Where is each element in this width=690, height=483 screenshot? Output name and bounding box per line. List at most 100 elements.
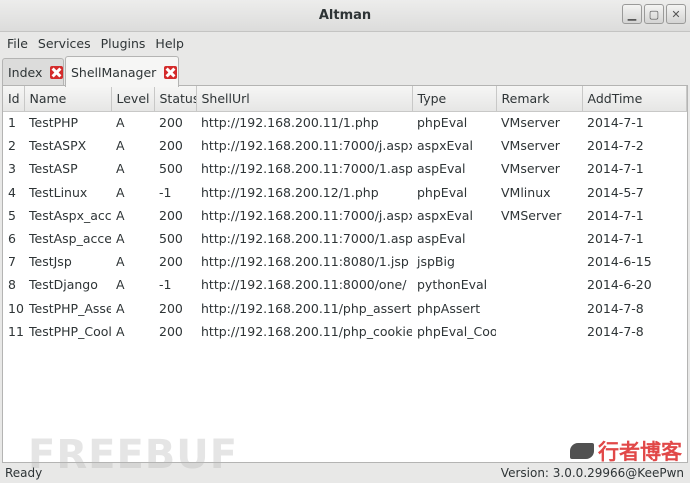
close-x-icon[interactable] bbox=[164, 65, 178, 79]
table-row[interactable]: 2 TestASPX A 200 http://192.168.200.11:7000/… bbox=[3, 134, 686, 157]
minimize-icon[interactable]: ▁ bbox=[622, 4, 642, 24]
cell-remark: VMserver bbox=[501, 161, 560, 177]
cell-remark bbox=[496, 297, 582, 320]
cell-level: A bbox=[116, 161, 125, 177]
table-row[interactable]: 6 TestAsp_acces A 500 http://192.168.200.11:… bbox=[3, 227, 686, 250]
col-remark[interactable]: Remark bbox=[496, 86, 583, 112]
cell-id: 6 bbox=[8, 231, 16, 247]
cell-level: A bbox=[116, 231, 125, 247]
cell-name: TestLinux bbox=[29, 184, 88, 200]
cell-status: 500 bbox=[159, 161, 183, 177]
cell-type: phpEval bbox=[417, 184, 468, 200]
menu-bar: File Services Plugins Help bbox=[0, 32, 690, 54]
close-x-icon[interactable] bbox=[50, 66, 63, 79]
window-controls: ▁ ▢ ✕ bbox=[622, 4, 686, 24]
cell-name: TestPHP_Asse bbox=[29, 300, 111, 316]
cell-id: 8 bbox=[8, 277, 16, 293]
cell-addtime: 2014-7-2 bbox=[587, 138, 644, 154]
cell-addtime: 2014-5-7 bbox=[587, 184, 644, 200]
cell-status: 200 bbox=[159, 300, 183, 316]
table-row[interactable]: 11 TestPHP_Cool A 200 http://192.168.200.11/… bbox=[3, 320, 686, 343]
menu-plugins[interactable]: Plugins bbox=[96, 36, 151, 51]
menu-help[interactable]: Help bbox=[150, 36, 189, 51]
col-shellurl[interactable]: ShellUrl bbox=[196, 86, 413, 112]
cell-shellurl: http://192.168.200.11:8080/1.jsp bbox=[201, 254, 409, 270]
cell-name: TestAspx_acce bbox=[29, 207, 111, 223]
cell-shellurl: http://192.168.200.12/1.php bbox=[201, 184, 379, 200]
cell-shellurl: http://192.168.200.11:7000/1.asp bbox=[201, 231, 412, 247]
shell-list-panel: Id Name Level Status ShellUrl Type Remar… bbox=[2, 85, 688, 463]
version-text: Version: 3.0.0.29966@KeePwn bbox=[500, 466, 684, 480]
cell-shellurl: http://192.168.200.11:7000/j.aspx bbox=[201, 207, 412, 223]
cell-type: aspxEval bbox=[417, 138, 473, 154]
cell-type: aspEval bbox=[417, 231, 466, 247]
tab-bar: Index ShellManager bbox=[0, 56, 690, 87]
tab-index[interactable]: Index bbox=[2, 58, 64, 86]
cell-level: A bbox=[116, 115, 125, 131]
table-row[interactable]: 1 TestPHP A 200 http://192.168.200.11/1.php p… bbox=[3, 111, 686, 134]
window-title: Altman bbox=[318, 8, 372, 23]
cell-id: 10 bbox=[8, 300, 24, 316]
cell-status: -1 bbox=[159, 277, 172, 293]
cell-status: 500 bbox=[159, 231, 183, 247]
cell-level: A bbox=[116, 300, 125, 316]
cell-shellurl: http://192.168.200.11/1.php bbox=[201, 115, 379, 131]
col-type[interactable]: Type bbox=[412, 86, 497, 112]
cell-shellurl: http://192.168.200.11:8000/one/ bbox=[201, 277, 407, 293]
cell-id: 2 bbox=[8, 138, 16, 154]
maximize-icon[interactable]: ▢ bbox=[644, 4, 664, 24]
cell-addtime: 2014-7-1 bbox=[587, 231, 644, 247]
cell-level: A bbox=[116, 323, 125, 339]
cell-level: A bbox=[116, 138, 125, 154]
cell-status: 200 bbox=[159, 138, 183, 154]
table-row[interactable]: 8 TestDjango A -1 http://192.168.200.11:8000… bbox=[3, 273, 686, 296]
cell-name: TestPHP bbox=[29, 115, 79, 131]
cell-addtime: 2014-7-1 bbox=[587, 207, 644, 223]
cell-remark bbox=[496, 273, 582, 296]
col-addtime[interactable]: AddTime bbox=[582, 86, 687, 112]
tab-index-label: Index bbox=[8, 65, 43, 80]
cell-id: 3 bbox=[8, 161, 16, 177]
cell-addtime: 2014-7-1 bbox=[587, 115, 644, 131]
title-bar: Altman ▁ ▢ ✕ bbox=[0, 0, 690, 32]
cell-name: TestASP bbox=[29, 161, 78, 177]
cell-type: phpEval_Cooki bbox=[417, 323, 496, 339]
cell-id: 4 bbox=[8, 184, 16, 200]
cell-addtime: 2014-7-1 bbox=[587, 161, 644, 177]
cell-id: 1 bbox=[8, 115, 16, 131]
shell-table: Id Name Level Status ShellUrl Type Remar… bbox=[3, 86, 687, 343]
cell-type: aspxEval bbox=[417, 207, 473, 223]
cell-id: 11 bbox=[8, 323, 24, 339]
cell-remark: VMserver bbox=[501, 138, 560, 154]
col-status[interactable]: Status bbox=[154, 86, 197, 112]
table-row[interactable]: 5 TestAspx_acce A 200 http://192.168.200.11:… bbox=[3, 204, 686, 227]
cell-status: -1 bbox=[159, 184, 172, 200]
table-row[interactable]: 3 TestASP A 500 http://192.168.200.11:7000/1… bbox=[3, 157, 686, 180]
cell-remark: VMServer bbox=[501, 207, 562, 223]
cell-shellurl: http://192.168.200.11/php_cookie.pl bbox=[201, 323, 412, 339]
tab-shellmanager[interactable]: ShellManager bbox=[65, 56, 179, 87]
cell-remark bbox=[496, 250, 582, 273]
cell-type: pythonEval bbox=[417, 277, 488, 293]
table-row[interactable]: 4 TestLinux A -1 http://192.168.200.12/1.php… bbox=[3, 181, 686, 204]
cell-type: jspBig bbox=[417, 254, 455, 270]
cell-type: aspEval bbox=[417, 161, 466, 177]
menu-file[interactable]: File bbox=[2, 36, 33, 51]
cell-addtime: 2014-6-20 bbox=[587, 277, 652, 293]
col-name[interactable]: Name bbox=[24, 86, 112, 112]
col-level[interactable]: Level bbox=[111, 86, 155, 112]
blog-watermark: 行者博客 bbox=[570, 436, 682, 466]
cell-level: A bbox=[116, 277, 125, 293]
status-text: Ready bbox=[5, 466, 43, 480]
cell-remark bbox=[496, 320, 582, 343]
cell-name: TestASPX bbox=[29, 138, 87, 154]
col-id[interactable]: Id bbox=[3, 86, 25, 112]
close-icon[interactable]: ✕ bbox=[666, 4, 686, 24]
table-row[interactable]: 10 TestPHP_Asse A 200 http://192.168.200.11/… bbox=[3, 297, 686, 320]
cell-shellurl: http://192.168.200.11:7000/j.aspx bbox=[201, 138, 412, 154]
table-row[interactable]: 7 TestJsp A 200 http://192.168.200.11:8080/1… bbox=[3, 250, 686, 273]
cell-remark: VMserver bbox=[501, 115, 560, 131]
cell-name: TestDjango bbox=[29, 277, 98, 293]
menu-services[interactable]: Services bbox=[33, 36, 96, 51]
cell-addtime: 2014-7-8 bbox=[587, 323, 644, 339]
